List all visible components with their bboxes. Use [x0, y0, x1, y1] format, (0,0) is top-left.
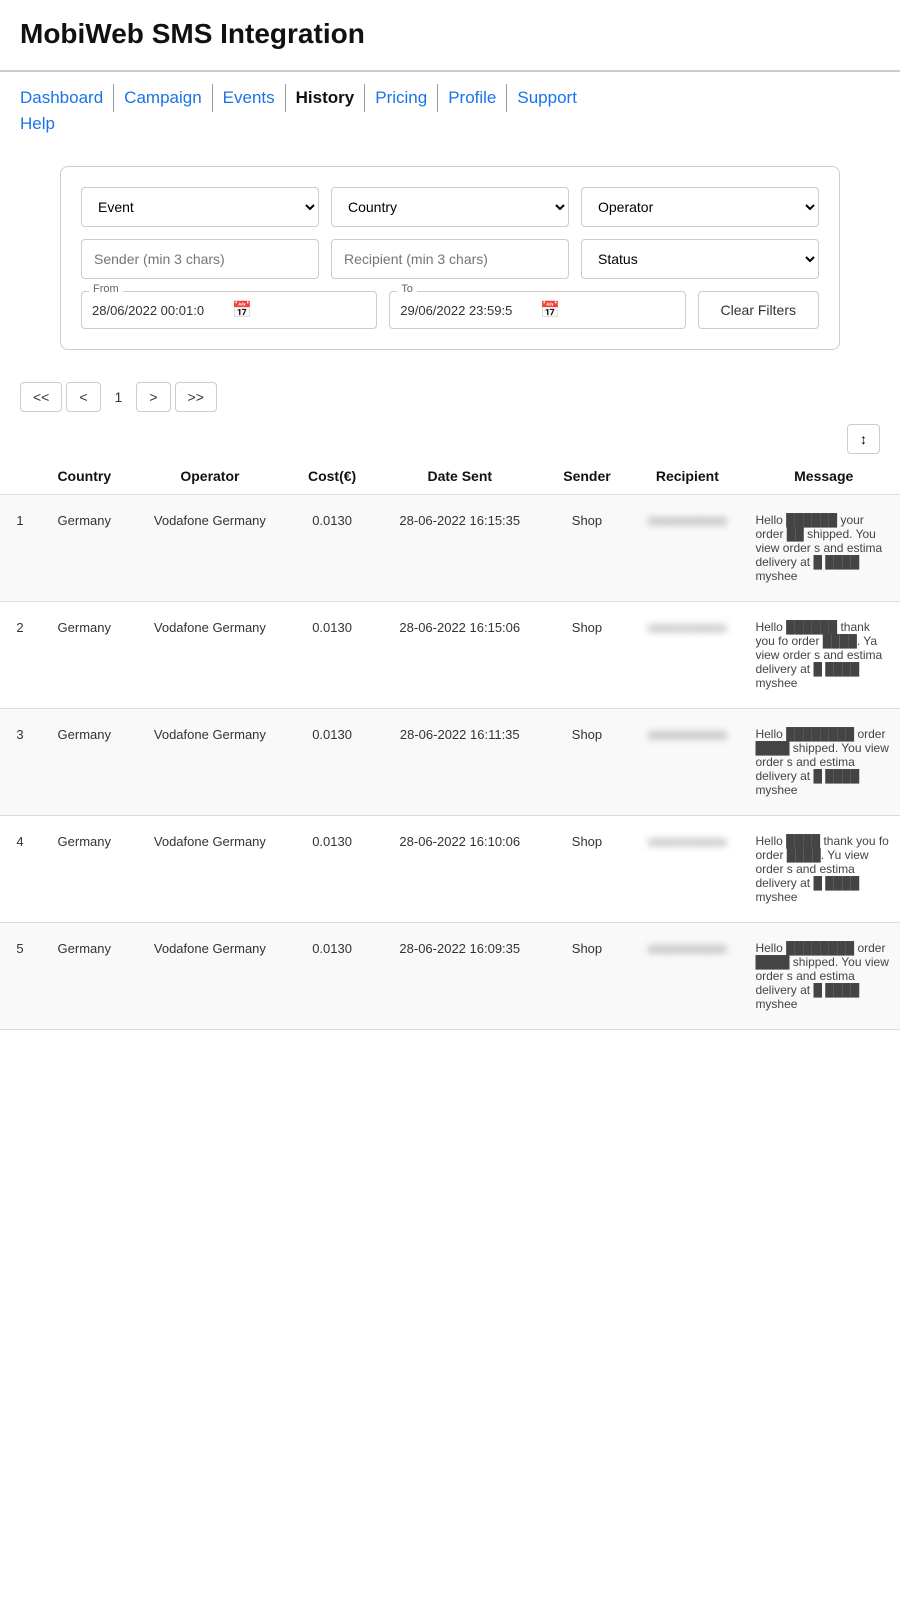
- row-date-sent: 28-06-2022 16:10:06: [373, 816, 547, 923]
- row-date-sent: 28-06-2022 16:15:06: [373, 602, 547, 709]
- row-cost: 0.0130: [291, 923, 373, 1030]
- to-date-input[interactable]: 29/06/2022 23:59:5 📅: [389, 291, 685, 329]
- last-page-button[interactable]: >>: [175, 382, 217, 412]
- from-date-input[interactable]: 28/06/2022 00:01:0 📅: [81, 291, 377, 329]
- row-cost: 0.0130: [291, 709, 373, 816]
- row-recipient: ●●●●●●●●●●: [627, 495, 747, 602]
- row-sender: Shop: [547, 495, 628, 602]
- col-operator: Operator: [129, 458, 292, 495]
- row-message: Hello ████████ order ████ shipped. You v…: [747, 923, 900, 1030]
- row-cost: 0.0130: [291, 602, 373, 709]
- col-date-sent: Date Sent: [373, 458, 547, 495]
- col-recipient: Recipient: [627, 458, 747, 495]
- table-container: Country Operator Cost(€) Date Sent Sende…: [0, 458, 900, 1030]
- from-calendar-icon[interactable]: 📅: [232, 300, 366, 320]
- filter-row-date: From 28/06/2022 00:01:0 📅 To 29/06/2022 …: [81, 291, 819, 329]
- row-country: Germany: [40, 923, 129, 1030]
- table-row: 1GermanyVodafone Germany0.013028-06-2022…: [0, 495, 900, 602]
- row-operator: Vodafone Germany: [129, 709, 292, 816]
- current-page: 1: [105, 383, 133, 411]
- clear-filters-button[interactable]: Clear Filters: [698, 291, 819, 329]
- row-cost: 0.0130: [291, 816, 373, 923]
- table-row: 3GermanyVodafone Germany0.013028-06-2022…: [0, 709, 900, 816]
- nav-help[interactable]: Help: [20, 110, 65, 137]
- status-select[interactable]: Status: [581, 239, 819, 279]
- row-num: 4: [0, 816, 40, 923]
- event-select[interactable]: Event: [81, 187, 319, 227]
- row-recipient: ●●●●●●●●●●: [627, 709, 747, 816]
- nav-second-row: Help: [0, 112, 900, 146]
- sort-btn-wrapper: ↕: [0, 424, 900, 458]
- row-recipient: ●●●●●●●●●●: [627, 816, 747, 923]
- row-num: 1: [0, 495, 40, 602]
- row-date-sent: 28-06-2022 16:09:35: [373, 923, 547, 1030]
- row-sender: Shop: [547, 709, 628, 816]
- prev-page-button[interactable]: <: [66, 382, 100, 412]
- row-recipient: ●●●●●●●●●●: [627, 923, 747, 1030]
- col-num: [0, 458, 40, 495]
- row-sender: Shop: [547, 602, 628, 709]
- col-sender: Sender: [547, 458, 628, 495]
- first-page-button[interactable]: <<: [20, 382, 62, 412]
- filter-row-1: Event Country Operator: [81, 187, 819, 227]
- header: MobiWeb SMS Integration: [0, 0, 900, 72]
- row-message: Hello ██████ thank you fo order ████. Ya…: [747, 602, 900, 709]
- col-cost: Cost(€): [291, 458, 373, 495]
- main-nav: Dashboard Campaign Events History Pricin…: [0, 72, 900, 112]
- row-operator: Vodafone Germany: [129, 923, 292, 1030]
- col-message: Message: [747, 458, 900, 495]
- row-message: Hello ██████ your order ██ shipped. You …: [747, 495, 900, 602]
- row-sender: Shop: [547, 923, 628, 1030]
- app-title: MobiWeb SMS Integration: [20, 18, 880, 50]
- row-num: 3: [0, 709, 40, 816]
- filter-section: Event Country Operator Status From 28/06…: [60, 166, 840, 350]
- row-country: Germany: [40, 495, 129, 602]
- col-country: Country: [40, 458, 129, 495]
- row-cost: 0.0130: [291, 495, 373, 602]
- table-row: 4GermanyVodafone Germany0.013028-06-2022…: [0, 816, 900, 923]
- nav-support[interactable]: Support: [507, 84, 587, 112]
- row-sender: Shop: [547, 816, 628, 923]
- sort-button[interactable]: ↕: [847, 424, 880, 454]
- row-operator: Vodafone Germany: [129, 495, 292, 602]
- table-header-row: Country Operator Cost(€) Date Sent Sende…: [0, 458, 900, 495]
- nav-profile[interactable]: Profile: [438, 84, 507, 112]
- history-table: Country Operator Cost(€) Date Sent Sende…: [0, 458, 900, 1030]
- row-num: 2: [0, 602, 40, 709]
- row-operator: Vodafone Germany: [129, 816, 292, 923]
- to-date-wrapper: To 29/06/2022 23:59:5 📅: [389, 291, 685, 329]
- to-calendar-icon[interactable]: 📅: [540, 300, 674, 320]
- nav-history[interactable]: History: [286, 84, 366, 112]
- sender-input[interactable]: [81, 239, 319, 279]
- row-message: Hello ████████ order ████ shipped. You v…: [747, 709, 900, 816]
- row-num: 5: [0, 923, 40, 1030]
- to-date-value: 29/06/2022 23:59:5: [400, 303, 534, 318]
- row-message: Hello ████ thank you fo order ████. Yu v…: [747, 816, 900, 923]
- row-date-sent: 28-06-2022 16:11:35: [373, 709, 547, 816]
- next-page-button[interactable]: >: [136, 382, 170, 412]
- row-country: Germany: [40, 602, 129, 709]
- pagination: << < 1 > >>: [0, 370, 900, 424]
- nav-campaign[interactable]: Campaign: [114, 84, 213, 112]
- nav-dashboard[interactable]: Dashboard: [20, 84, 114, 112]
- to-label: To: [397, 283, 417, 295]
- from-label: From: [89, 283, 123, 295]
- country-select[interactable]: Country: [331, 187, 569, 227]
- row-country: Germany: [40, 709, 129, 816]
- table-row: 2GermanyVodafone Germany0.013028-06-2022…: [0, 602, 900, 709]
- row-country: Germany: [40, 816, 129, 923]
- table-row: 5GermanyVodafone Germany0.013028-06-2022…: [0, 923, 900, 1030]
- from-date-wrapper: From 28/06/2022 00:01:0 📅: [81, 291, 377, 329]
- filter-row-2: Status: [81, 239, 819, 279]
- nav-events[interactable]: Events: [213, 84, 286, 112]
- recipient-input[interactable]: [331, 239, 569, 279]
- from-date-value: 28/06/2022 00:01:0: [92, 303, 226, 318]
- row-operator: Vodafone Germany: [129, 602, 292, 709]
- operator-select[interactable]: Operator: [581, 187, 819, 227]
- row-date-sent: 28-06-2022 16:15:35: [373, 495, 547, 602]
- nav-pricing[interactable]: Pricing: [365, 84, 438, 112]
- row-recipient: ●●●●●●●●●●: [627, 602, 747, 709]
